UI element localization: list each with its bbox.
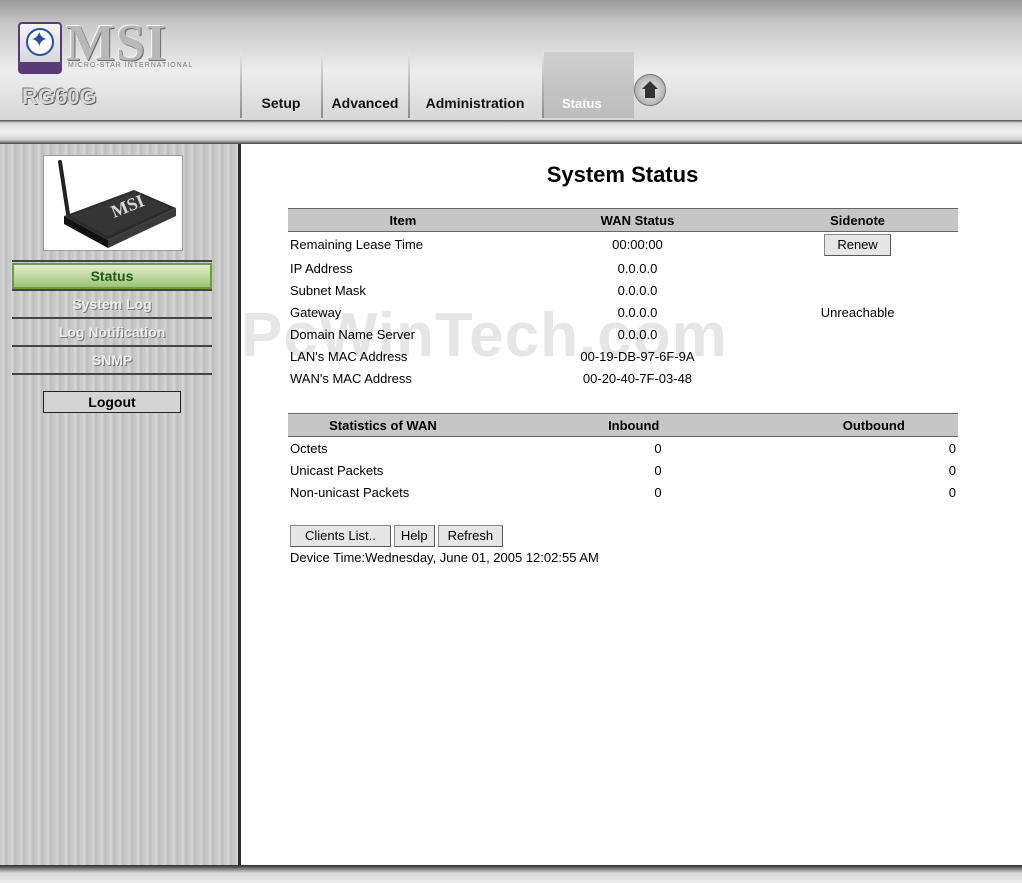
table-row: Domain Name Server 0.0.0.0 [288,324,958,346]
refresh-button[interactable]: Refresh [437,525,504,547]
row-label: IP Address [290,261,353,276]
row-inbound: 0 [654,462,662,478]
header: MSI MICRO-STAR INTERNATIONAL RG60G Setup… [0,0,1022,120]
row-value: 00-20-40-7F-03-48 [582,371,693,386]
header-subbar [0,120,1022,144]
row-note [757,346,958,368]
row-value: 0.0.0.0 [617,305,658,320]
tab-advanced[interactable]: Advanced [323,90,407,116]
table-row: Non-unicast Packets 0 0 [288,481,958,503]
tab-setup[interactable]: Setup [242,90,320,116]
page-title: System Status [546,162,699,187]
row-label: Domain Name Server [290,327,415,342]
tab-status-label: Status [562,96,602,111]
tab-status[interactable]: Status [544,52,634,118]
row-label: Unicast Packets [290,462,384,478]
tab-administration[interactable]: Administration [410,90,540,116]
footer-bar [0,865,1022,883]
row-label: Octets [290,440,328,456]
sidebar-item-snmp[interactable]: SNMP [12,347,212,373]
row-label: Remaining Lease Time [290,237,423,253]
row-label: Gateway [290,305,342,320]
wan-status-table: Item WAN Status Sidenote Remaining Lease… [288,208,958,390]
table-row: IP Address 0.0.0.0 [288,258,958,280]
row-inbound: 0 [654,440,662,456]
table-row: Gateway 0.0.0.0 Unreachable [288,302,958,324]
row-label: Subnet Mask [290,283,366,298]
renew-button[interactable]: Renew [824,233,891,256]
column-header-inbound: Inbound [477,413,790,437]
row-value: 00:00:00 [612,237,663,253]
msi-badge-icon [18,22,62,74]
logo-subtitle: MICRO-STAR INTERNATIONAL [68,62,194,69]
action-buttons: Clients List.. Help Refresh [290,525,506,547]
table-row: Unicast Packets 0 0 [288,459,958,481]
row-note [757,324,958,346]
row-outbound: 0 [948,462,956,478]
table-row: Octets 0 0 [288,437,958,460]
row-note [757,280,958,302]
logout-button[interactable]: Logout [43,391,181,413]
table-row: Remaining Lease Time 00:00:00 Renew [288,232,958,258]
model-name: RG60G [22,84,97,109]
router-photo: MSI [43,155,183,251]
column-header-statistics: Statistics of WAN [288,413,478,437]
sidebar-item-log-notification[interactable]: Log Notification [12,319,212,345]
row-value: 0.0.0.0 [617,327,658,342]
row-inbound: 0 [654,484,662,500]
table-row: LAN's MAC Address 00-19-DB-97-6F-9A [288,346,958,368]
row-note: Renew [757,232,958,258]
row-label: WAN's MAC Address [290,371,412,386]
help-button[interactable]: Help [393,525,435,547]
sidebar-divider [12,373,212,375]
main-content: PcWinTech.com System Status Item WAN Sta… [241,144,1022,865]
table-row: Subnet Mask 0.0.0.0 [288,280,958,302]
home-icon[interactable] [634,74,666,106]
logo: MSI MICRO-STAR INTERNATIONAL RG60G [0,0,240,120]
row-value: 0.0.0.0 [617,283,658,298]
device-time: Device Time:Wednesday, June 01, 2005 12:… [290,550,599,565]
column-header-outbound: Outbound [789,413,958,437]
row-outbound: 0 [948,440,956,456]
column-header-item: Item [288,208,518,232]
row-value: 00-19-DB-97-6F-9A [580,349,695,364]
row-outbound: 0 [948,484,956,500]
wan-statistics-table: Statistics of WAN Inbound Outbound Octet… [288,413,958,503]
column-header-sidenote: Sidenote [757,208,958,232]
row-label: Non-unicast Packets [290,484,410,500]
clients-list-button[interactable]: Clients List.. [290,525,391,547]
sidebar-divider [12,260,212,262]
sidebar-item-status[interactable]: Status [12,263,212,289]
row-note: Unreachable [820,305,895,320]
sidebar-item-system-log[interactable]: System Log [12,291,212,317]
row-label: LAN's MAC Address [290,349,408,364]
row-note [757,368,958,390]
column-header-wan-status: WAN Status [517,208,758,232]
row-note [757,258,958,280]
table-row: WAN's MAC Address 00-20-40-7F-03-48 [288,368,958,390]
sidebar: MSI Status System Log Log Notification S… [0,144,238,865]
row-value: 0.0.0.0 [617,261,658,276]
